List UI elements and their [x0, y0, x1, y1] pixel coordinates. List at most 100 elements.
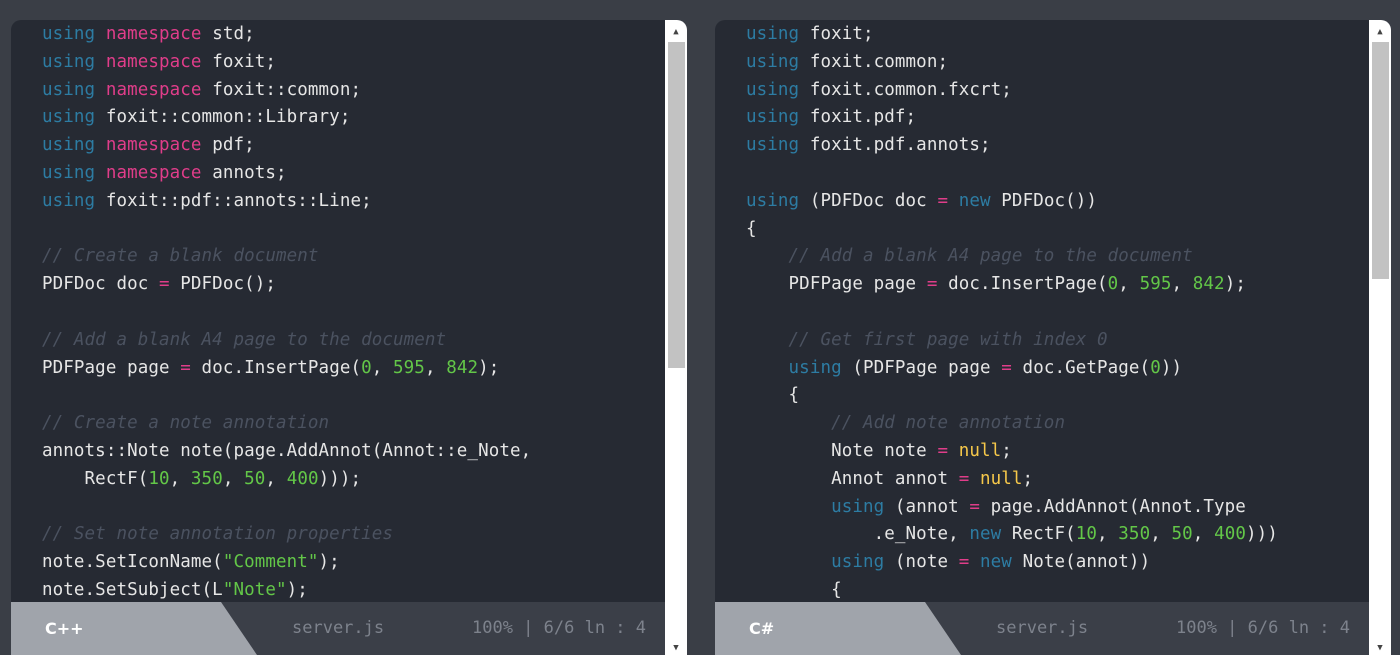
code-line: using (PDFDoc doc = new PDFDoc())	[746, 188, 1369, 216]
code-token: using	[831, 496, 895, 517]
vertical-scrollbar[interactable]: ▲ ▼	[665, 20, 687, 655]
code-line: note.SetSubject(L"Note");	[42, 577, 665, 602]
code-token: using	[788, 357, 853, 378]
code-token: ,	[169, 468, 191, 489]
code-line: Annot annot = null;	[746, 466, 1369, 494]
code-token: using	[746, 107, 810, 128]
code-token: ,	[1171, 274, 1193, 295]
code-token: =	[937, 190, 949, 211]
code-token: foxit::common::Library;	[105, 107, 351, 128]
scroll-down-arrow-icon[interactable]: ▼	[1375, 644, 1385, 653]
code-line: using (note = new Note(annot))	[746, 549, 1369, 577]
code-token: ,	[1097, 524, 1119, 545]
code-token: RectF(	[42, 468, 149, 489]
code-token: foxit.pdf.annots;	[809, 135, 991, 156]
code-line: // Create a blank document	[42, 243, 665, 271]
code-token: 842	[446, 357, 479, 378]
scroll-up-arrow-icon[interactable]: ▲	[671, 28, 681, 37]
code-editor[interactable]: using namespace std; using namespace foxi…	[11, 20, 665, 602]
code-line: using foxit::pdf::annots::Line;	[42, 188, 665, 216]
cpp-code-panel: using namespace std; using namespace foxi…	[11, 20, 687, 655]
code-token: // Add a blank A4 page to the document	[788, 246, 1193, 267]
code-token: (annot	[894, 496, 970, 517]
code-token: using	[746, 24, 810, 44]
code-token: new	[948, 190, 1002, 211]
code-token: 350	[1118, 524, 1151, 545]
code-line: using foxit::common::Library;	[42, 104, 665, 132]
code-token: =	[958, 468, 970, 489]
code-token: // Get first page with index 0	[788, 329, 1108, 350]
code-line: using namespace std;	[42, 21, 665, 49]
code-line: using (annot = page.AddAnnot(Annot.Type	[746, 494, 1369, 522]
code-line: // Add a blank A4 page to the document	[42, 327, 665, 355]
code-token: using	[42, 107, 106, 128]
code-token: ,	[1118, 274, 1140, 295]
file-name: server.js	[292, 618, 385, 638]
code-line: // Set note annotation properties	[42, 521, 665, 549]
code-token: doc.GetPage(	[1011, 357, 1151, 378]
code-token: // Add a blank A4 page to the document	[42, 329, 447, 350]
code-token: note.SetSubject(L	[42, 579, 223, 600]
code-token: RectF(	[1011, 524, 1076, 545]
scrollbar-thumb[interactable]	[668, 42, 685, 368]
code-line: PDFDoc doc = PDFDoc();	[42, 271, 665, 299]
code-token: "Note"	[222, 579, 287, 600]
code-token: 400	[1214, 524, 1246, 545]
code-token: foxit.common;	[809, 51, 949, 72]
code-line: using foxit.common;	[746, 49, 1369, 77]
code-token: ))	[1160, 357, 1183, 378]
language-label: C#	[749, 619, 775, 638]
code-token: namespace	[105, 24, 213, 44]
code-token: annots;	[212, 162, 287, 183]
scroll-down-arrow-icon[interactable]: ▼	[671, 644, 681, 653]
code-token: using	[746, 51, 810, 72]
code-line: {	[746, 216, 1369, 244]
code-token: foxit.pdf;	[809, 107, 917, 128]
code-line: using namespace pdf;	[42, 132, 665, 160]
code-token: 50	[244, 468, 266, 489]
code-token: namespace	[105, 51, 213, 72]
code-line: // Add a blank A4 page to the document	[746, 243, 1369, 271]
code-token: foxit;	[212, 51, 277, 72]
scroll-up-arrow-icon[interactable]: ▲	[1375, 28, 1385, 37]
vertical-scrollbar[interactable]: ▲ ▼	[1369, 20, 1391, 655]
scrollbar-thumb[interactable]	[1372, 42, 1389, 279]
code-token: PDFPage page	[42, 357, 181, 378]
code-token: ,	[371, 357, 394, 378]
status-bar: C# server.js 100% | 6/6 ln : 4	[715, 602, 1369, 655]
code-line: using namespace foxit;	[42, 49, 665, 77]
code-token: );	[286, 579, 308, 600]
code-token: Note(annot))	[1022, 552, 1151, 573]
code-token: using	[42, 135, 106, 156]
code-token: foxit;	[809, 24, 874, 44]
code-token: 400	[286, 468, 319, 489]
code-token: =	[937, 440, 949, 461]
code-token: ;	[1001, 440, 1012, 461]
code-token: foxit.common.fxcrt;	[809, 79, 1012, 100]
code-token: 0	[361, 357, 372, 378]
code-token: "Comment"	[222, 552, 319, 573]
code-token: (note	[894, 552, 959, 573]
code-token: {	[746, 218, 757, 239]
code-line: using foxit.pdf;	[746, 104, 1369, 132]
code-token: ,	[265, 468, 287, 489]
code-token: namespace	[105, 162, 213, 183]
code-token: );	[1224, 274, 1246, 295]
code-editor[interactable]: using foxit; using foxit.common; using fox…	[715, 20, 1369, 602]
code-token: null	[980, 468, 1023, 489]
code-line: using foxit.pdf.annots;	[746, 132, 1369, 160]
code-token: ,	[222, 468, 245, 489]
code-token: using	[42, 24, 106, 44]
code-token: (PDFDoc doc	[809, 190, 938, 211]
code-line: Note note = null;	[746, 438, 1369, 466]
code-token: 0	[1107, 274, 1119, 295]
code-token: using	[746, 79, 810, 100]
code-token: =	[180, 357, 191, 378]
